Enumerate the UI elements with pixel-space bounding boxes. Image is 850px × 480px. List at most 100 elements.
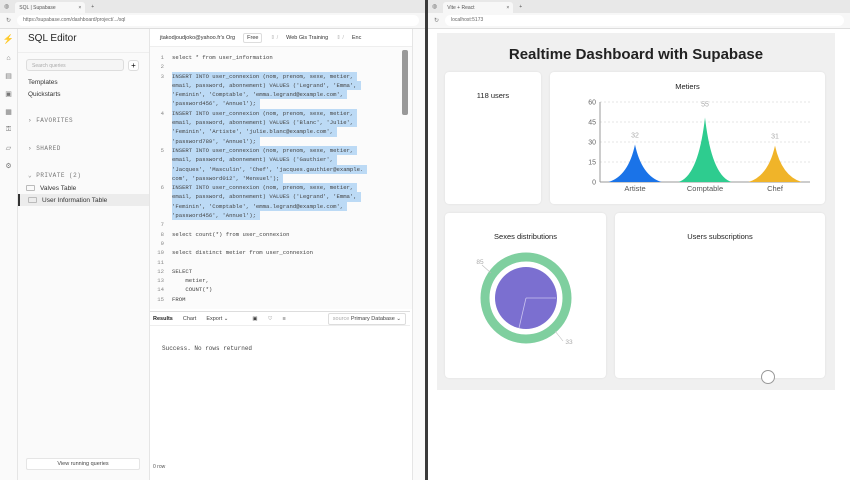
code-text: 'Feminin', 'Comptable', 'emma.legrand@ex… <box>172 90 348 100</box>
close-tab-icon[interactable]: × <box>78 5 81 11</box>
right-rail <box>412 29 425 480</box>
query-item-user-information-table[interactable]: User Information Table <box>18 194 149 206</box>
profile-icon[interactable]: ◍ <box>432 3 437 10</box>
label-leader <box>554 330 564 342</box>
line-number <box>150 155 172 164</box>
bar-value-label: 55 <box>701 102 709 109</box>
code-line: 'Jacques', 'Masculin', 'Chef', 'jacques.… <box>150 164 412 174</box>
y-tick-label: 45 <box>588 120 596 127</box>
y-tick-label: 15 <box>588 160 596 167</box>
favorite-icon[interactable]: ♡ <box>268 316 273 322</box>
source-value: Primary Database <box>350 315 395 322</box>
code-text: select * from user_information <box>172 54 273 61</box>
tab-chart[interactable]: Chart <box>183 316 196 322</box>
sidebar-title: SQL Editor <box>18 29 149 53</box>
sql-editor-icon[interactable]: ▣ <box>5 90 12 98</box>
new-query-button[interactable]: + <box>128 60 139 71</box>
line-number: 3 <box>160 72 164 80</box>
browser-tab-bar: ◍ SQL | Supabase × + <box>0 0 425 13</box>
label-leader <box>481 264 492 274</box>
line-number <box>150 99 172 108</box>
database-icon[interactable]: ▦ <box>5 108 12 116</box>
browser-tab-bar: ◍ Vite + React × + <box>428 0 850 13</box>
line-number <box>150 90 172 99</box>
code-text: email, password, abonnement) VALUES ('Ga… <box>172 155 338 165</box>
dashboard-window: ◍ Vite + React × + ↻ localhost:5173 Realt… <box>428 0 850 480</box>
reload-icon[interactable]: ↻ <box>6 17 11 24</box>
line-number <box>150 174 172 183</box>
bar-chef <box>748 145 802 182</box>
table-editor-icon[interactable]: ▤ <box>5 72 12 80</box>
line-number: 12 <box>157 267 164 275</box>
code-line: 15 FROM <box>150 295 412 304</box>
metiers-chart: 0 15 30 45 60 32 Artiste 55 Comptable 31 Chef <box>588 100 810 193</box>
code-text: INSERT INTO user_connexion (nom, prenom,… <box>172 108 358 119</box>
tab-results[interactable]: Results <box>153 316 173 322</box>
env-selector[interactable]: Enc <box>352 35 361 41</box>
dashboard-page: Realtime Dashboard with Supabase 118 use… <box>428 29 850 480</box>
profile-icon[interactable]: ◍ <box>4 3 9 10</box>
code-text: com', 'password012', 'Mensuel'); <box>172 173 284 184</box>
browser-tab[interactable]: SQL | Supabase × <box>15 2 86 13</box>
line-number: 4 <box>160 109 164 117</box>
close-tab-icon[interactable]: × <box>506 5 509 11</box>
url-field[interactable]: https://supabase.com/dashboard/project/.… <box>17 15 419 26</box>
code-line: 'password456', 'Annuel'); <box>150 211 412 221</box>
code-text: email, password, abonnement) VALUES ('Le… <box>172 192 361 202</box>
editor-scrollbar[interactable] <box>402 50 408 115</box>
private-section[interactable]: ⌄ PRIVATE (2) <box>18 170 149 182</box>
users-count: 118 users <box>476 91 510 100</box>
slice-label: 33 <box>565 339 573 346</box>
line-number: 10 <box>157 249 164 257</box>
line-number <box>150 211 172 220</box>
favorites-label: FAVORITES <box>36 117 74 124</box>
bar-value-label: 31 <box>771 134 779 141</box>
query-item-valves-table[interactable]: Valves Table <box>18 182 149 194</box>
line-number <box>150 165 172 174</box>
source-select[interactable]: source Primary Database ⌄ <box>327 312 406 325</box>
new-tab-icon[interactable]: + <box>519 4 522 10</box>
code-text: 'password456', 'Annuel'); <box>172 211 260 221</box>
code-text: select count(*) from user_connexion <box>172 230 290 238</box>
code-text: select distinct metier from user_connexi… <box>172 249 313 257</box>
quickstarts-link[interactable]: Quickstarts <box>18 89 149 101</box>
browser-tab[interactable]: Vite + React × <box>443 2 514 13</box>
dashboard-title: Realtime Dashboard with Supabase <box>508 46 764 63</box>
reload-icon[interactable]: ↻ <box>434 17 439 24</box>
code-text: 'Feminin', 'Artiste', 'julie.blanc@examp… <box>172 127 338 137</box>
format-icon[interactable]: ≡ <box>283 316 286 322</box>
code-text: 'password456', 'Annuel'); <box>172 99 260 109</box>
home-icon[interactable]: ⌂ <box>6 55 10 62</box>
y-tick-label: 60 <box>588 100 596 107</box>
shared-section[interactable]: › SHARED <box>18 143 149 155</box>
project-selector[interactable]: Web Gis Training <box>286 35 328 41</box>
copy-icon[interactable]: ▣ <box>252 316 257 322</box>
org-selector[interactable]: jtakodjoudjoko@yahoo.fr's Org <box>160 35 235 41</box>
code-line: 5 INSERT INTO user_connexion (nom, prenom… <box>150 145 412 156</box>
templates-link[interactable]: Templates <box>18 77 149 89</box>
code-line: 11 <box>150 258 412 267</box>
export-dropdown[interactable]: Export ⌄ <box>206 316 228 322</box>
sql-editor-window: ◍ SQL | Supabase × + ↻ https://supabase.c… <box>0 0 425 480</box>
line-number: 2 <box>160 63 164 71</box>
view-running-queries-button[interactable]: View running queries <box>26 458 140 470</box>
code-editor[interactable]: 1 select * from user_information 2 3 INSERT … <box>150 47 412 309</box>
code-line: 2 <box>150 62 412 71</box>
auth-icon[interactable]: ⚿ <box>6 126 11 134</box>
sexes-card: Sexes distributions 85 33 <box>445 213 606 378</box>
url-field[interactable]: localhost:5173 <box>445 15 844 26</box>
line-number: 9 <box>160 239 164 247</box>
supabase-logo-icon[interactable]: ⚡ <box>3 34 14 45</box>
new-tab-icon[interactable]: + <box>91 4 94 10</box>
code-line: 8 select count(*) from user_connexion <box>150 230 412 239</box>
subscriptions-title: Users subscriptions <box>687 232 753 241</box>
favorites-section[interactable]: › FAVORITES <box>18 115 149 127</box>
code-line: 7 <box>150 220 412 229</box>
functions-icon[interactable]: ⚙ <box>5 162 11 170</box>
code-text: INSERT INTO user_connexion (nom, prenom,… <box>172 71 358 81</box>
storage-icon[interactable]: ▱ <box>6 144 11 152</box>
search-queries-input[interactable]: Search queries <box>26 59 124 71</box>
x-tick-label: Comptable <box>687 184 723 193</box>
